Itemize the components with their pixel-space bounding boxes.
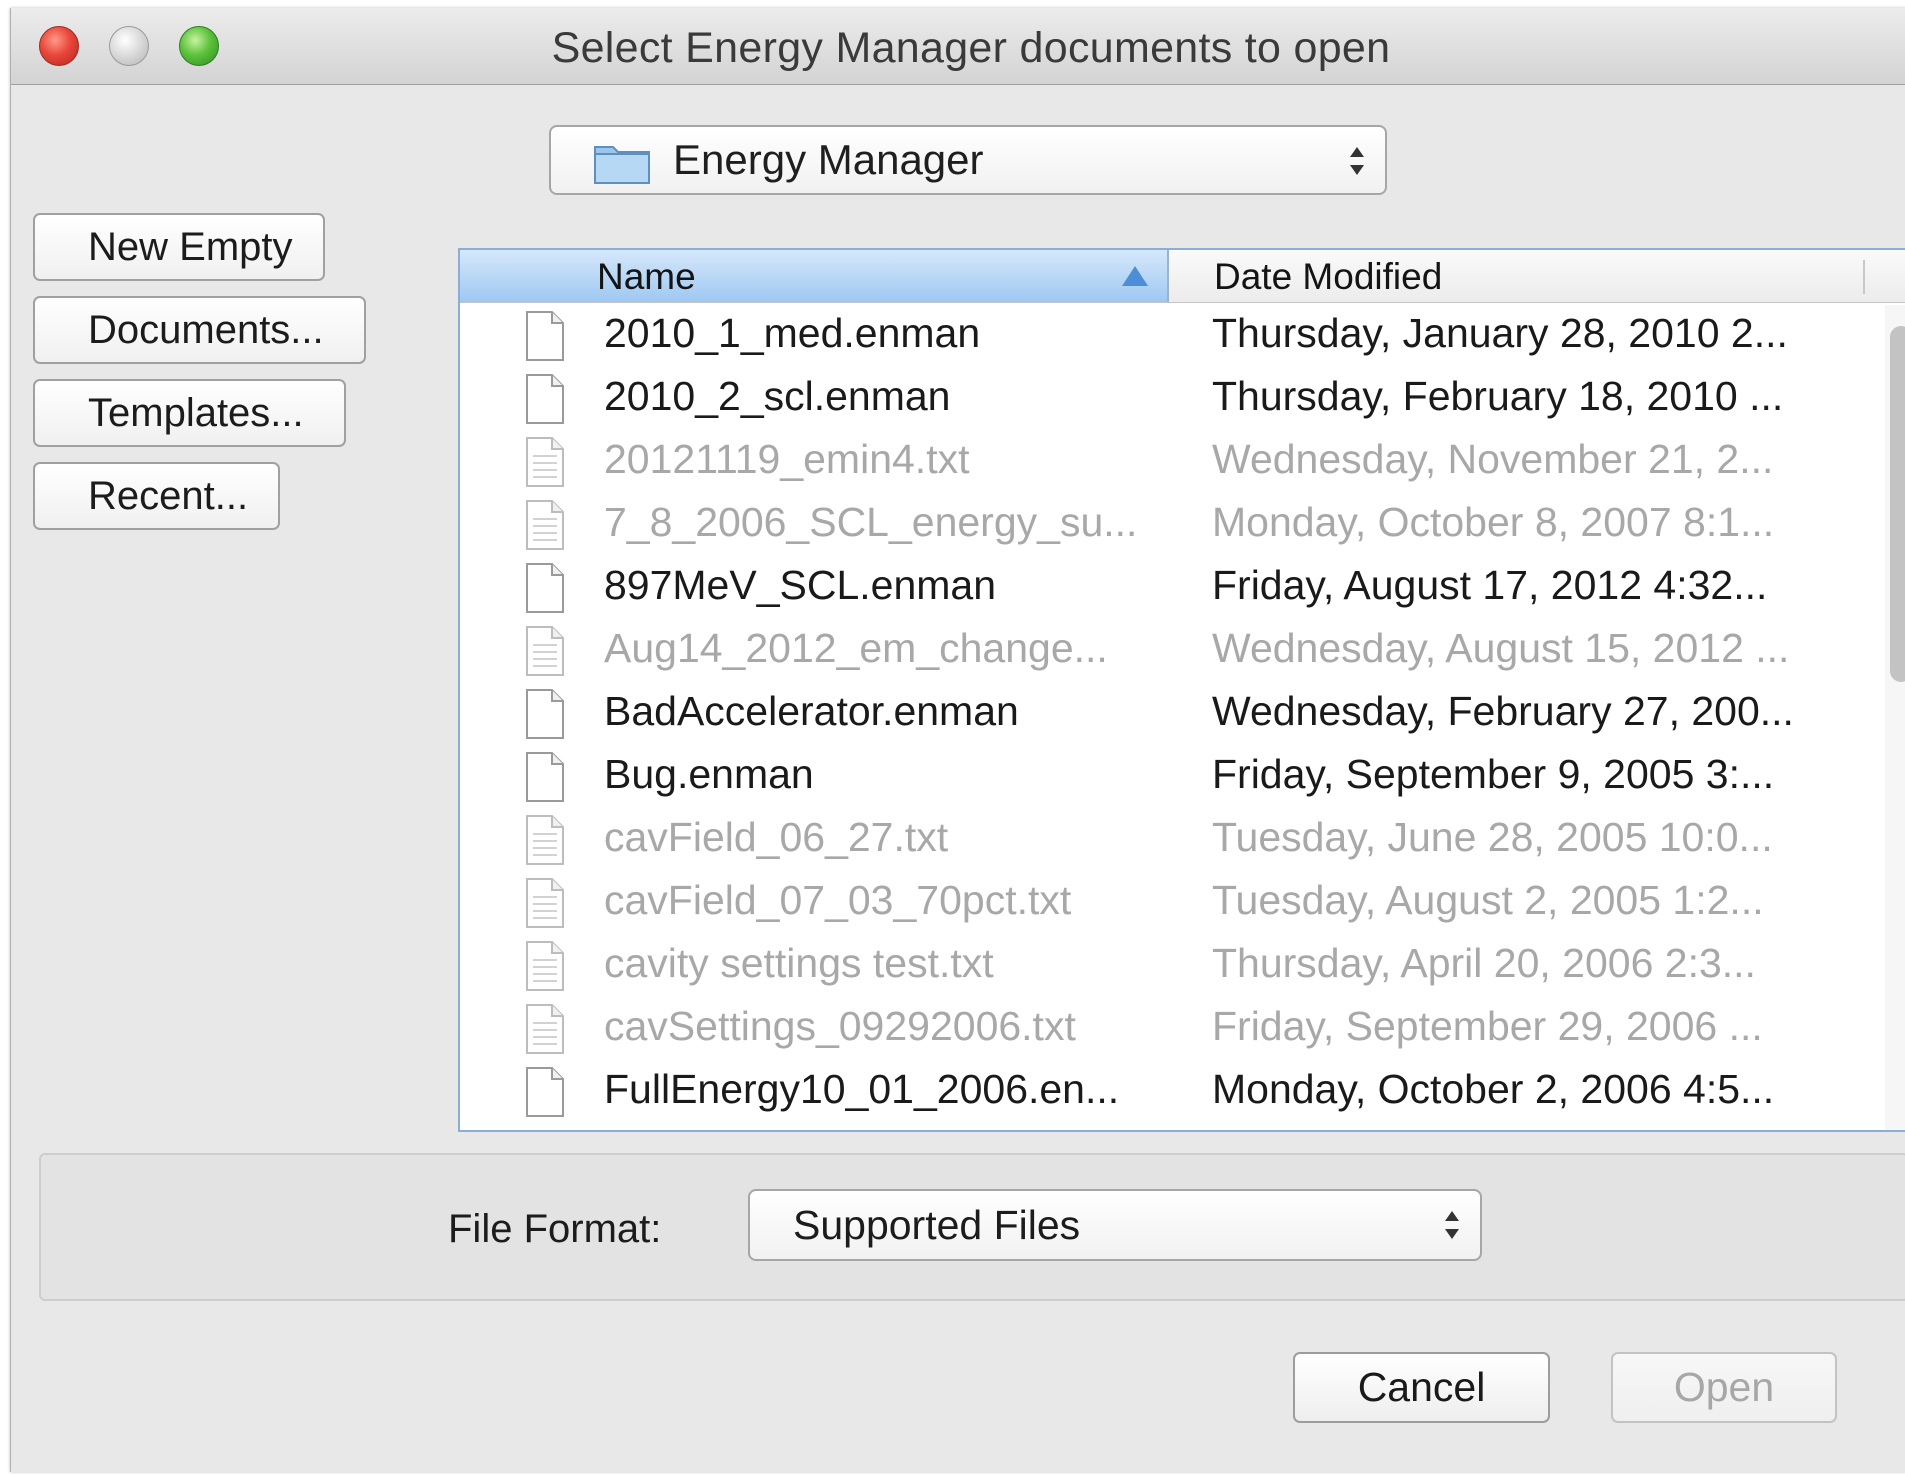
open-dialog-window: Select Energy Manager documents to open … bbox=[10, 8, 1905, 1472]
table-row[interactable]: BadAccelerator.enman Wednesday, February … bbox=[460, 680, 1905, 743]
file-date-modified: Monday, October 8, 2007 8:1... bbox=[1212, 499, 1775, 545]
file-list-table[interactable]: Name Date Modified 2010_1_med.enman Thurs… bbox=[458, 248, 1905, 1132]
table-row[interactable]: 2010_1_med.enman Thursday, January 28, 20… bbox=[460, 302, 1905, 365]
table-row[interactable]: Bug.enman Friday, September 9, 2005 3:... bbox=[460, 743, 1905, 806]
document-icon bbox=[526, 563, 564, 613]
document-icon bbox=[526, 311, 564, 361]
file-rows: 2010_1_med.enman Thursday, January 28, 20… bbox=[460, 302, 1905, 1121]
document-icon bbox=[526, 437, 564, 487]
table-row[interactable]: Aug14_2012_em_change... Wednesday, August… bbox=[460, 617, 1905, 680]
column-header-name-label: Name bbox=[597, 256, 696, 297]
table-row[interactable]: FullEnergy10_01_2006.en... Monday, Octobe… bbox=[460, 1058, 1905, 1121]
updown-arrows-icon bbox=[1350, 147, 1364, 175]
document-icon bbox=[526, 878, 564, 928]
table-row[interactable]: cavity settings test.txt Thursday, April … bbox=[460, 932, 1905, 995]
table-header: Name Date Modified bbox=[460, 250, 1905, 303]
document-icon bbox=[526, 500, 564, 550]
file-name: FullEnergy10_01_2006.en... bbox=[604, 1066, 1120, 1112]
document-icon bbox=[526, 626, 564, 676]
file-date-modified: Wednesday, August 15, 2012 ... bbox=[1212, 625, 1790, 671]
documents-button[interactable]: Documents... bbox=[33, 296, 366, 364]
file-name: Aug14_2012_em_change... bbox=[604, 625, 1108, 671]
updown-arrows-icon bbox=[1445, 1211, 1459, 1239]
location-dropdown[interactable]: Energy Manager bbox=[549, 125, 1387, 195]
file-date-modified: Friday, September 9, 2005 3:... bbox=[1212, 751, 1775, 797]
table-row[interactable]: cavField_07_03_70pct.txt Tuesday, August … bbox=[460, 869, 1905, 932]
file-date-modified: Tuesday, August 2, 2005 1:2... bbox=[1212, 877, 1764, 923]
file-name: cavField_07_03_70pct.txt bbox=[604, 877, 1072, 923]
file-name: Bug.enman bbox=[604, 751, 814, 797]
folder-icon bbox=[594, 146, 650, 184]
file-format-dropdown[interactable]: Supported Files bbox=[748, 1189, 1482, 1261]
table-row[interactable]: 7_8_2006_SCL_energy_su... Monday, October… bbox=[460, 491, 1905, 554]
table-row[interactable]: 897MeV_SCL.enman Friday, August 17, 2012 … bbox=[460, 554, 1905, 617]
table-row[interactable]: 2010_2_scl.enman Thursday, February 18, 2… bbox=[460, 365, 1905, 428]
file-date-modified: Thursday, April 20, 2006 2:3... bbox=[1212, 940, 1756, 986]
file-date-modified: Friday, September 29, 2006 ... bbox=[1212, 1003, 1763, 1049]
new-empty-button[interactable]: New Empty bbox=[33, 213, 325, 281]
recent-button[interactable]: Recent... bbox=[33, 462, 280, 530]
file-name: BadAccelerator.enman bbox=[604, 688, 1019, 734]
file-date-modified: Wednesday, February 27, 200... bbox=[1212, 688, 1794, 734]
sort-ascending-icon bbox=[1122, 266, 1148, 286]
table-row[interactable]: 20121119_emin4.txt Wednesday, November 21… bbox=[460, 428, 1905, 491]
file-name: cavSettings_09292006.txt bbox=[604, 1003, 1076, 1049]
file-date-modified: Friday, August 17, 2012 4:32... bbox=[1212, 562, 1768, 608]
table-row[interactable]: cavField_06_27.txt Tuesday, June 28, 2005… bbox=[460, 806, 1905, 869]
table-row[interactable]: cavSettings_09292006.txt Friday, Septembe… bbox=[460, 995, 1905, 1058]
file-name: cavField_06_27.txt bbox=[604, 814, 949, 860]
file-name: 2010_1_med.enman bbox=[604, 310, 981, 356]
column-header-name[interactable]: Name bbox=[460, 250, 1169, 302]
document-icon bbox=[526, 815, 564, 865]
document-icon bbox=[526, 374, 564, 424]
document-icon bbox=[526, 689, 564, 739]
file-format-panel: File Format: Supported Files bbox=[39, 1153, 1905, 1301]
column-divider bbox=[1863, 260, 1865, 294]
document-icon bbox=[526, 1067, 564, 1117]
open-button[interactable]: Open bbox=[1611, 1352, 1837, 1423]
file-date-modified: Wednesday, November 21, 2... bbox=[1212, 436, 1774, 482]
document-icon bbox=[526, 1004, 564, 1054]
cancel-button[interactable]: Cancel bbox=[1293, 1352, 1550, 1423]
file-name: 20121119_emin4.txt bbox=[604, 436, 970, 482]
file-name: 897MeV_SCL.enman bbox=[604, 562, 997, 608]
window-title: Select Energy Manager documents to open bbox=[551, 24, 1391, 72]
file-name: cavity settings test.txt bbox=[604, 940, 994, 986]
window-title-container: Select Energy Manager documents to open bbox=[11, 8, 1905, 84]
file-date-modified: Monday, October 2, 2006 4:5... bbox=[1212, 1066, 1775, 1112]
file-name: 7_8_2006_SCL_energy_su... bbox=[604, 499, 1138, 545]
file-name: 2010_2_scl.enman bbox=[604, 373, 951, 419]
templates-button[interactable]: Templates... bbox=[33, 379, 346, 447]
scrollbar-thumb[interactable] bbox=[1890, 326, 1905, 682]
file-date-modified: Tuesday, June 28, 2005 10:0... bbox=[1212, 814, 1773, 860]
location-value: Energy Manager bbox=[673, 136, 984, 183]
column-header-date-modified[interactable]: Date Modified bbox=[1214, 250, 1442, 304]
file-format-label: File Format: bbox=[448, 1207, 662, 1251]
file-date-modified: Thursday, January 28, 2010 2... bbox=[1212, 310, 1788, 356]
document-icon bbox=[526, 941, 564, 991]
file-format-value: Supported Files bbox=[793, 1202, 1081, 1248]
file-date-modified: Thursday, February 18, 2010 ... bbox=[1212, 373, 1784, 419]
document-icon bbox=[526, 752, 564, 802]
